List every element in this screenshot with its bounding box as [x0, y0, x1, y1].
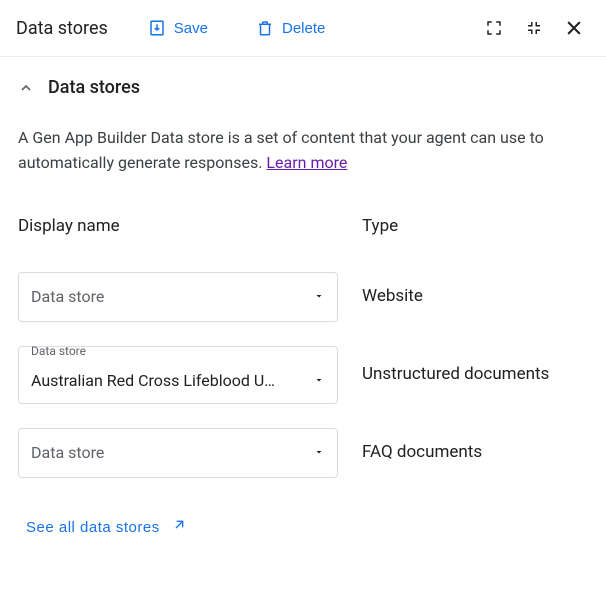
display-name-header: Display name	[18, 216, 338, 236]
data-store-row: Data store Australian Red Cross Lifebloo…	[18, 346, 588, 404]
save-button-label: Save	[174, 20, 208, 37]
type-header: Type	[362, 216, 588, 236]
dropdown-value: Australian Red Cross Lifeblood U…	[31, 371, 275, 390]
see-all-data-stores-link[interactable]: See all data stores	[26, 518, 186, 538]
caret-down-icon	[313, 443, 325, 462]
caret-down-icon	[313, 287, 325, 306]
close-icon	[564, 18, 584, 38]
panel-header: Data stores Save Delete	[0, 0, 606, 57]
save-icon	[148, 19, 166, 37]
caret-down-icon	[313, 371, 325, 390]
dropdown-placeholder: Data store	[31, 287, 104, 306]
column-headers: Display name Type	[18, 216, 588, 272]
delete-button-label: Delete	[282, 20, 325, 37]
close-button[interactable]	[558, 12, 590, 44]
type-website: Website	[362, 285, 423, 309]
data-store-dropdown-website[interactable]: Data store	[18, 272, 338, 322]
chevron-up-icon	[18, 80, 34, 96]
page-title: Data stores	[16, 18, 108, 39]
type-unstructured: Unstructured documents	[362, 363, 549, 387]
delete-button[interactable]: Delete	[248, 15, 333, 41]
data-stores-section: Data stores A Gen App Builder Data store…	[0, 57, 606, 558]
external-link-icon	[170, 518, 186, 538]
trash-icon	[256, 19, 274, 37]
fullscreen-exit-button[interactable]	[518, 12, 550, 44]
dropdown-floating-label: Data store	[31, 345, 86, 357]
fullscreen-exit-icon	[525, 19, 543, 37]
save-button[interactable]: Save	[140, 15, 216, 41]
fullscreen-enter-button[interactable]	[478, 12, 510, 44]
type-faq: FAQ documents	[362, 441, 482, 465]
section-toggle[interactable]: Data stores	[18, 77, 588, 98]
see-all-label: See all data stores	[26, 519, 160, 536]
section-title: Data stores	[48, 77, 140, 98]
section-description: A Gen App Builder Data store is a set of…	[18, 126, 578, 176]
data-store-row: Data store FAQ documents	[18, 428, 588, 478]
fullscreen-enter-icon	[485, 19, 503, 37]
data-store-dropdown-faq[interactable]: Data store	[18, 428, 338, 478]
data-store-row: Data store Website	[18, 272, 588, 322]
data-store-dropdown-unstructured[interactable]: Data store Australian Red Cross Lifebloo…	[18, 346, 338, 404]
learn-more-link[interactable]: Learn more	[266, 153, 347, 172]
dropdown-placeholder: Data store	[31, 443, 104, 462]
